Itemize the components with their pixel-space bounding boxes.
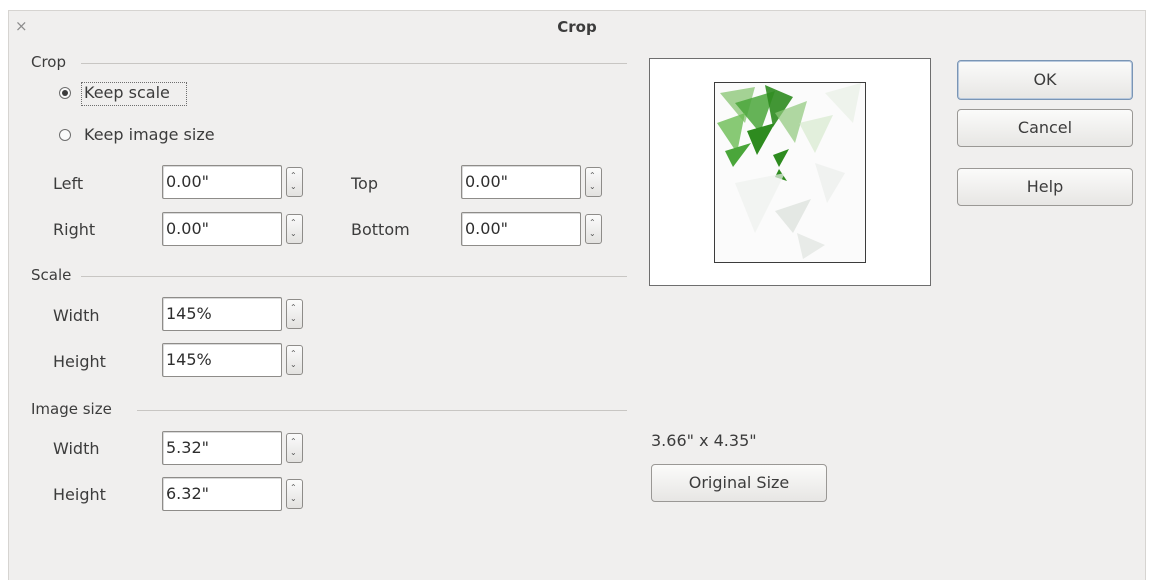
crop-bottom-spin-buttons[interactable]: ⌃ ⌄ xyxy=(585,214,602,244)
crop-preview xyxy=(649,58,931,286)
crop-right-input[interactable]: 0.00" xyxy=(162,212,282,246)
chevron-up-icon[interactable]: ⌃ xyxy=(290,438,297,446)
crop-right-label: Right xyxy=(53,220,96,239)
chevron-down-icon[interactable]: ⌄ xyxy=(290,449,297,457)
help-button[interactable]: Help xyxy=(957,168,1133,206)
chevron-up-icon[interactable]: ⌃ xyxy=(290,304,297,312)
original-size-button-label: Original Size xyxy=(688,473,790,492)
original-size-button[interactable]: Original Size xyxy=(651,464,827,502)
crop-left-spinbox[interactable]: 0.00" ⌃ ⌄ xyxy=(162,165,306,199)
chevron-up-icon[interactable]: ⌃ xyxy=(290,484,297,492)
ok-button-label: OK xyxy=(1033,70,1057,89)
scale-section-divider xyxy=(81,276,627,277)
title-bar: × Crop xyxy=(9,11,1145,45)
chevron-down-icon[interactable]: ⌄ xyxy=(290,230,297,238)
scale-width-spinbox[interactable]: 145% ⌃ ⌄ xyxy=(162,297,306,331)
keep-image-size-label[interactable]: Keep image size xyxy=(84,125,215,145)
image-width-input[interactable]: 5.32" xyxy=(162,431,282,465)
preview-image xyxy=(714,82,866,263)
scale-width-spin-buttons[interactable]: ⌃ ⌄ xyxy=(286,299,303,329)
crop-top-input[interactable]: 0.00" xyxy=(461,165,581,199)
image-height-spinbox[interactable]: 6.32" ⌃ ⌄ xyxy=(162,477,306,511)
chevron-down-icon[interactable]: ⌄ xyxy=(290,315,297,323)
cancel-button[interactable]: Cancel xyxy=(957,109,1133,147)
chevron-down-icon[interactable]: ⌄ xyxy=(290,183,297,191)
chevron-up-icon[interactable]: ⌃ xyxy=(290,350,297,358)
image-width-label: Width xyxy=(53,439,100,458)
crop-bottom-spinbox[interactable]: 0.00" ⌃ ⌄ xyxy=(461,212,605,246)
keep-scale-radio[interactable] xyxy=(59,87,71,99)
image-width-spinbox[interactable]: 5.32" ⌃ ⌄ xyxy=(162,431,306,465)
image-height-spin-buttons[interactable]: ⌃ ⌄ xyxy=(286,479,303,509)
keep-scale-label[interactable]: Keep scale xyxy=(84,83,170,103)
chevron-up-icon[interactable]: ⌃ xyxy=(290,219,297,227)
scale-width-input[interactable]: 145% xyxy=(162,297,282,331)
crop-section-heading: Crop xyxy=(31,53,67,71)
crop-top-spinbox[interactable]: 0.00" ⌃ ⌄ xyxy=(461,165,605,199)
chevron-down-icon[interactable]: ⌄ xyxy=(589,230,596,238)
crop-left-spin-buttons[interactable]: ⌃ ⌄ xyxy=(286,167,303,197)
scale-height-spinbox[interactable]: 145% ⌃ ⌄ xyxy=(162,343,306,377)
cancel-button-label: Cancel xyxy=(1017,118,1073,137)
image-size-section-divider xyxy=(137,410,627,411)
image-height-label: Height xyxy=(53,485,106,504)
chevron-up-icon[interactable]: ⌃ xyxy=(589,172,596,180)
crop-right-spinbox[interactable]: 0.00" ⌃ ⌄ xyxy=(162,212,306,246)
chevron-down-icon[interactable]: ⌄ xyxy=(290,361,297,369)
crop-top-label: Top xyxy=(351,174,378,193)
image-size-section-heading: Image size xyxy=(31,400,112,418)
scale-section-heading: Scale xyxy=(31,266,72,284)
scale-width-label: Width xyxy=(53,306,100,325)
dialog-title: Crop xyxy=(557,18,597,36)
leaf-pattern-image xyxy=(717,83,861,259)
crop-top-spin-buttons[interactable]: ⌃ ⌄ xyxy=(585,167,602,197)
image-height-input[interactable]: 6.32" xyxy=(162,477,282,511)
chevron-down-icon[interactable]: ⌄ xyxy=(290,495,297,503)
help-button-label: Help xyxy=(1026,177,1064,196)
scale-height-label: Height xyxy=(53,352,106,371)
crop-right-spin-buttons[interactable]: ⌃ ⌄ xyxy=(286,214,303,244)
crop-bottom-input[interactable]: 0.00" xyxy=(461,212,581,246)
crop-section-divider xyxy=(81,63,627,64)
scale-height-input[interactable]: 145% xyxy=(162,343,282,377)
chevron-down-icon[interactable]: ⌄ xyxy=(589,183,596,191)
scale-height-spin-buttons[interactable]: ⌃ ⌄ xyxy=(286,345,303,375)
image-width-spin-buttons[interactable]: ⌃ ⌄ xyxy=(286,433,303,463)
original-size-text: 3.66" x 4.35" xyxy=(651,431,757,450)
ok-button[interactable]: OK xyxy=(957,60,1133,100)
keep-image-size-radio[interactable] xyxy=(59,129,71,141)
crop-left-label: Left xyxy=(53,174,84,193)
crop-bottom-label: Bottom xyxy=(351,220,410,239)
chevron-up-icon[interactable]: ⌃ xyxy=(589,219,596,227)
crop-left-input[interactable]: 0.00" xyxy=(162,165,282,199)
chevron-up-icon[interactable]: ⌃ xyxy=(290,172,297,180)
crop-dialog: × Crop Crop Keep scale Keep image size L… xyxy=(8,10,1146,580)
